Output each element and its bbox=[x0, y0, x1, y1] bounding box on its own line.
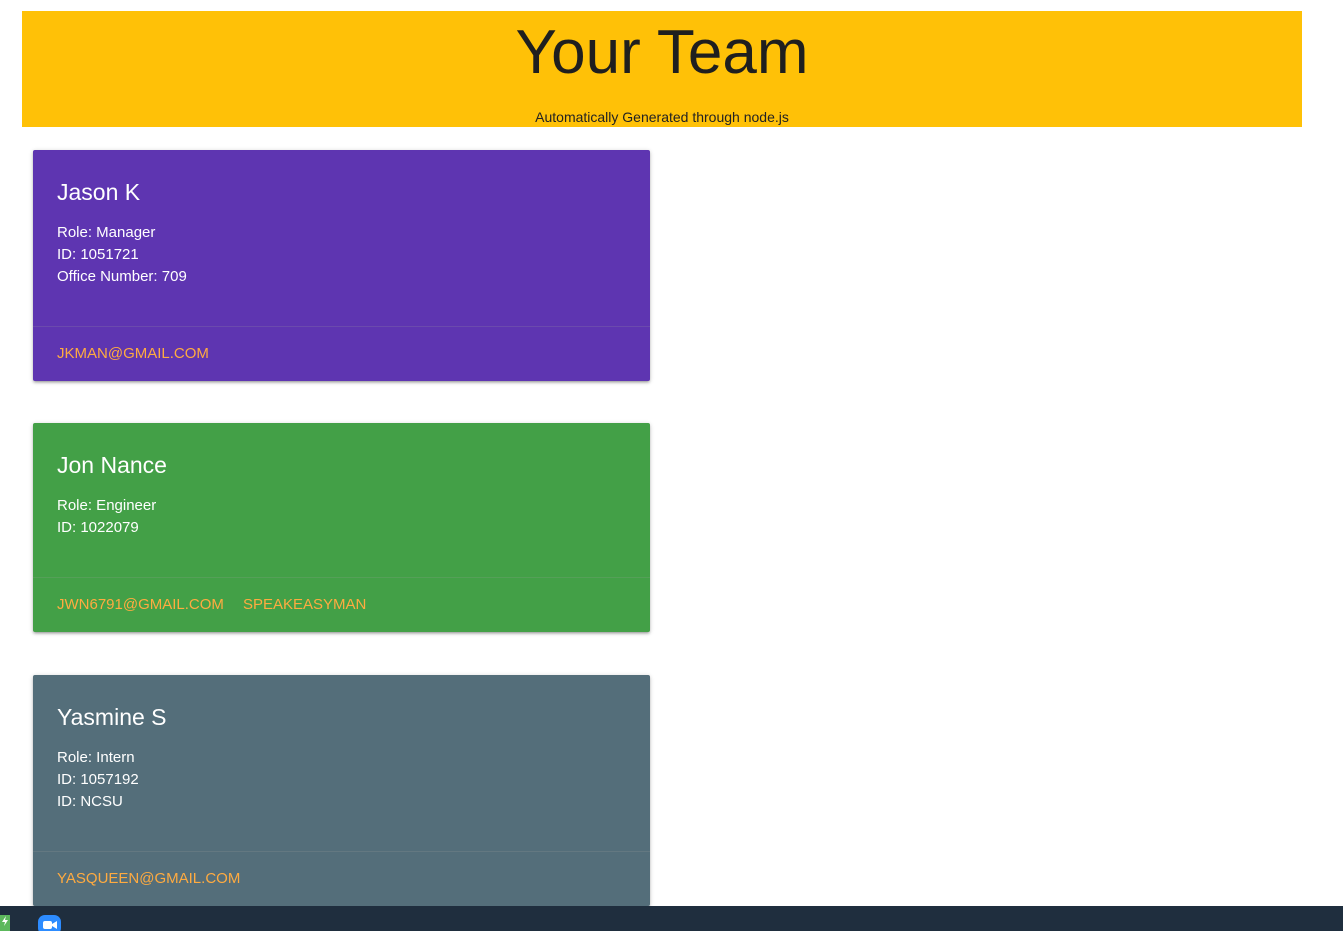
card-action: JWN6791@GMAIL.COM SPEAKEASYMAN bbox=[33, 577, 650, 632]
email-link[interactable]: YASQUEEN@GMAIL.COM bbox=[57, 869, 240, 889]
card-id: ID: 1051721 bbox=[57, 246, 139, 263]
card-action: YASQUEEN@GMAIL.COM bbox=[33, 851, 650, 906]
card-details: Role: Manager ID: 1051721 Office Number:… bbox=[57, 222, 187, 288]
card-role: Role: Engineer bbox=[57, 497, 157, 514]
app-icon[interactable] bbox=[0, 915, 10, 931]
card-name: Jon Nance bbox=[57, 452, 167, 478]
card-id: ID: 1022079 bbox=[57, 519, 139, 536]
team-header: Your Team Automatically Generated throug… bbox=[22, 11, 1302, 127]
email-link[interactable]: JWN6791@GMAIL.COM bbox=[57, 595, 224, 615]
card-action: JKMAN@GMAIL.COM bbox=[33, 326, 650, 381]
card-school: ID: NCSU bbox=[57, 793, 123, 810]
card-id: ID: 1057192 bbox=[57, 771, 139, 788]
employee-card-engineer: Jon Nance Role: Engineer ID: 1022079 JWN… bbox=[33, 423, 650, 632]
card-role: Role: Manager bbox=[57, 224, 156, 241]
card-name: Jason K bbox=[57, 179, 141, 205]
taskbar bbox=[0, 906, 1343, 931]
page: Your Team Automatically Generated throug… bbox=[0, 0, 1343, 931]
employee-card-intern: Yasmine S Role: Intern ID: 1057192 ID: N… bbox=[33, 675, 650, 906]
page-title: Your Team bbox=[515, 18, 809, 87]
email-link[interactable]: JKMAN@GMAIL.COM bbox=[57, 344, 209, 364]
card-office-number: Office Number: 709 bbox=[57, 268, 187, 285]
card-details: Role: Engineer ID: 1022079 bbox=[57, 495, 156, 539]
page-subtitle: Automatically Generated through node.js bbox=[535, 109, 789, 125]
card-name: Yasmine S bbox=[57, 704, 167, 730]
employee-card-manager: Jason K Role: Manager ID: 1051721 Office… bbox=[33, 150, 650, 381]
github-link[interactable]: SPEAKEASYMAN bbox=[243, 595, 366, 615]
zoom-icon[interactable] bbox=[38, 915, 61, 931]
card-details: Role: Intern ID: 1057192 ID: NCSU bbox=[57, 747, 139, 813]
card-role: Role: Intern bbox=[57, 749, 135, 766]
